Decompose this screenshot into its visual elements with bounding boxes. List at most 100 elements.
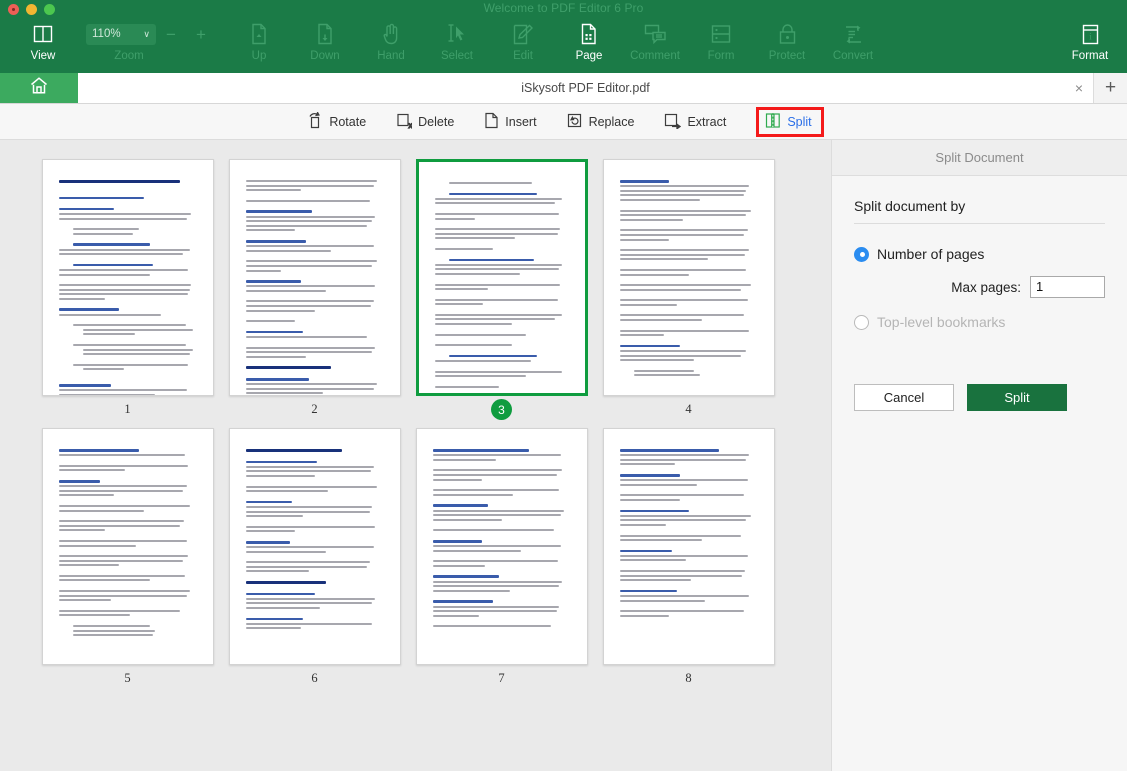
chevron-down-icon: ∨ xyxy=(143,28,150,39)
max-pages-label: Max pages: xyxy=(951,279,1021,295)
ribbon-label-convert: Convert xyxy=(832,50,874,62)
extract-button[interactable]: Extract xyxy=(660,109,730,135)
page-thumbnail[interactable]: 8 xyxy=(595,428,782,686)
zoom-level-select[interactable]: 110% ∨ xyxy=(86,23,156,45)
page-number-label: 6 xyxy=(311,671,318,685)
ribbon-label-edit: Edit xyxy=(513,50,533,62)
radio-top-level-bookmarks-label: Top-level bookmarks xyxy=(877,314,1006,330)
panel-title: Split Document xyxy=(832,140,1127,176)
page-sheet[interactable] xyxy=(41,159,214,396)
zoom-in-button[interactable]: + xyxy=(186,24,216,45)
extract-label: Extract xyxy=(687,114,727,129)
rotate-button[interactable]: Rotate xyxy=(303,109,370,135)
split-confirm-button[interactable]: Split xyxy=(967,384,1067,411)
cursor-select-icon xyxy=(447,21,467,47)
zoom-out-button[interactable]: − xyxy=(156,24,186,45)
window-title-bar: Welcome to PDF Editor 6 Pro xyxy=(0,0,1127,18)
ribbon-item-edit[interactable]: Edit xyxy=(490,18,556,73)
ribbon-item-format[interactable]: i Format xyxy=(1061,18,1127,73)
form-rows-icon xyxy=(711,21,731,47)
page-content-preview xyxy=(417,429,587,628)
ribbon-item-up[interactable]: Up xyxy=(226,18,292,73)
page-thumbnail[interactable]: 2 xyxy=(221,159,408,420)
home-icon xyxy=(29,76,49,100)
thumbnail-canvas[interactable]: 1 2 3 4 5 6 7 8 xyxy=(0,140,831,771)
columns-icon xyxy=(33,21,53,47)
ribbon-item-page[interactable]: Page xyxy=(556,18,622,73)
split-button[interactable]: Split xyxy=(756,106,824,137)
ribbon-item-select[interactable]: Select xyxy=(424,18,490,73)
zoom-control-group: 110% ∨ − + Zoom xyxy=(76,18,226,73)
page-thumbnail[interactable]: 7 xyxy=(408,428,595,686)
page-number-label: 8 xyxy=(685,671,692,685)
ribbon-item-form[interactable]: Form xyxy=(688,18,754,73)
ribbon-item-convert[interactable]: Convert xyxy=(820,18,886,73)
panel-action-buttons: Cancel Split xyxy=(854,384,1105,411)
ribbon-item-comment[interactable]: Comment xyxy=(622,18,688,73)
page-content-preview xyxy=(604,160,774,377)
new-tab-button[interactable]: + xyxy=(1093,73,1127,103)
page-sheet[interactable] xyxy=(228,159,401,396)
page-thumbnail[interactable]: 1 xyxy=(34,159,221,420)
ribbon-label-select: Select xyxy=(441,50,473,62)
radio-button-icon[interactable] xyxy=(854,246,869,262)
radio-number-of-pages-label: Number of pages xyxy=(877,246,985,262)
main-ribbon-toolbar: View 110% ∨ − + Zoom Up Down Hand Select… xyxy=(0,18,1127,73)
insert-button[interactable]: Insert xyxy=(480,109,540,135)
delete-button[interactable]: x Delete xyxy=(392,109,458,135)
home-tab[interactable] xyxy=(0,73,78,103)
page-sheet[interactable] xyxy=(228,428,401,665)
page-sheet[interactable] xyxy=(602,428,775,665)
ribbon-label-page: Page xyxy=(575,50,603,62)
radio-button-icon[interactable] xyxy=(854,314,869,330)
divider xyxy=(854,223,1105,224)
comment-bubble-icon xyxy=(644,21,667,47)
split-by-label: Split document by xyxy=(854,198,966,214)
page-thumbnail-selected[interactable]: 3 xyxy=(408,159,595,420)
radio-number-of-pages[interactable]: Number of pages xyxy=(854,246,1105,262)
tab-document[interactable]: iSkysoft PDF Editor.pdf × xyxy=(78,73,1093,103)
radio-top-level-bookmarks[interactable]: Top-level bookmarks xyxy=(854,314,1105,330)
app-body: 1 2 3 4 5 6 7 8 Split Document Split doc… xyxy=(0,140,1127,771)
pencil-edit-icon xyxy=(513,21,534,47)
cancel-button[interactable]: Cancel xyxy=(854,384,954,411)
ribbon-item-hand[interactable]: Hand xyxy=(358,18,424,73)
page-sheet[interactable] xyxy=(41,428,214,665)
zoom-level-value: 110% xyxy=(92,28,121,40)
page-thumbnail[interactable]: 6 xyxy=(221,428,408,686)
close-icon[interactable]: × xyxy=(1075,81,1083,95)
ribbon-label-down: Down xyxy=(310,50,340,62)
ribbon-item-down[interactable]: Down xyxy=(292,18,358,73)
ribbon-label-form: Form xyxy=(707,50,735,62)
page-content-preview xyxy=(604,429,774,617)
document-tab-bar: iSkysoft PDF Editor.pdf × + xyxy=(0,73,1127,104)
ribbon-label-zoom: Zoom xyxy=(114,50,144,62)
ribbon-label-hand: Hand xyxy=(377,50,405,62)
page-number-badge: 3 xyxy=(491,399,512,420)
page-number-label: 4 xyxy=(685,402,692,416)
convert-arrows-icon xyxy=(843,21,864,47)
replace-button[interactable]: Replace xyxy=(563,109,639,135)
ribbon-item-view[interactable]: View xyxy=(10,18,76,73)
ribbon-label-format: Format xyxy=(1071,50,1109,62)
ribbon-label-view: View xyxy=(30,50,56,62)
lock-icon xyxy=(778,21,797,47)
page-thumbnail[interactable]: 4 xyxy=(595,159,782,420)
page-thumbnail[interactable]: 5 xyxy=(34,428,221,686)
ribbon-label-up: Up xyxy=(251,50,267,62)
max-pages-input[interactable]: 1 xyxy=(1030,276,1105,298)
page-sheet[interactable] xyxy=(602,159,775,396)
page-number-label: 1 xyxy=(124,402,131,416)
page-sheet[interactable] xyxy=(415,428,588,665)
page-number-label: 7 xyxy=(498,671,505,685)
ribbon-item-protect[interactable]: Protect xyxy=(754,18,820,73)
page-up-icon xyxy=(250,21,268,47)
insert-page-icon xyxy=(484,112,499,132)
extract-icon xyxy=(664,112,682,132)
app-title: Welcome to PDF Editor 6 Pro xyxy=(483,1,644,15)
svg-text:x: x xyxy=(409,121,413,129)
ribbon-label-comment: Comment xyxy=(630,50,680,62)
replace-icon xyxy=(567,112,583,132)
page-sheet[interactable] xyxy=(415,159,588,396)
ribbon-label-protect: Protect xyxy=(768,50,806,62)
